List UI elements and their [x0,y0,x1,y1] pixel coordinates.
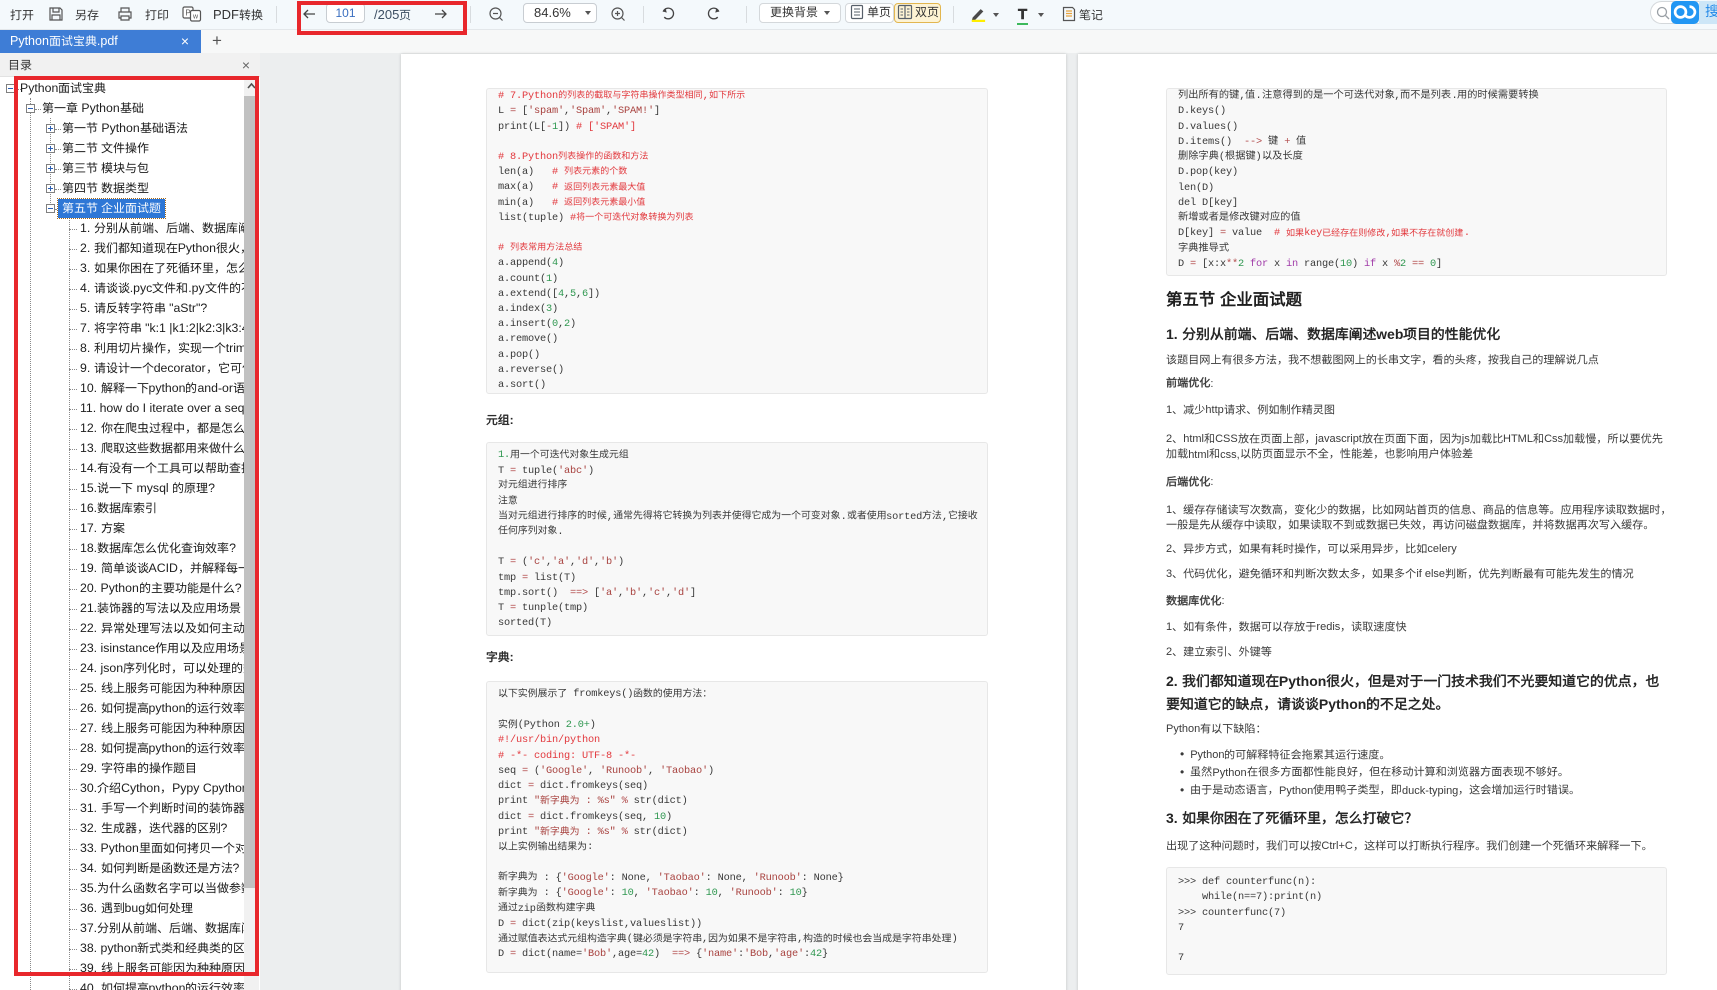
svg-text:w: w [192,14,199,21]
svg-text:P: P [185,9,190,18]
